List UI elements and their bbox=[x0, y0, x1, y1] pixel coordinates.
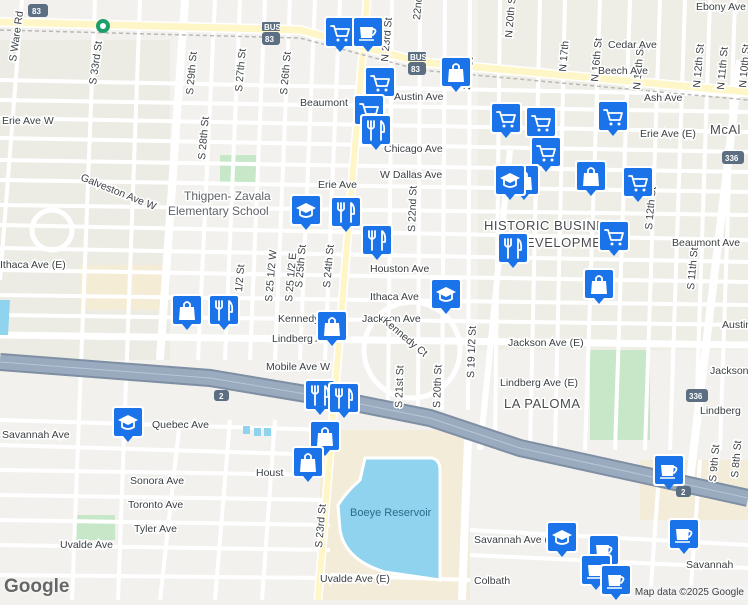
school-marker[interactable] bbox=[546, 521, 578, 557]
street-label: Uvalde Ave bbox=[60, 539, 113, 551]
school-marker[interactable] bbox=[430, 278, 462, 314]
shopping-cart-marker[interactable] bbox=[490, 102, 522, 138]
park-area bbox=[220, 155, 256, 185]
street-label: Uvalde Ave (E) bbox=[320, 573, 390, 585]
coffee-marker[interactable] bbox=[668, 518, 700, 554]
google-logo: Google bbox=[4, 576, 70, 597]
shopping-bag-marker[interactable] bbox=[583, 268, 615, 304]
shopping-bag-marker[interactable] bbox=[316, 310, 348, 346]
street-label: W Dallas Ave bbox=[380, 169, 442, 181]
restaurant-marker[interactable] bbox=[360, 114, 392, 150]
shopping-bag-marker[interactable] bbox=[440, 56, 472, 92]
street-label: Lindberg Ave (E) bbox=[500, 377, 578, 389]
reservoir-label: Boeye Reservoir bbox=[350, 507, 432, 519]
street-label: Jackson Ave (E) bbox=[508, 337, 584, 349]
street-label: Colbath bbox=[474, 575, 510, 587]
restaurant-marker[interactable] bbox=[208, 294, 240, 330]
map-view[interactable]: 83 BUS 83 BUS 83 2 2 336 336 S Ware Rd S… bbox=[0, 0, 748, 601]
street-label: Sonora Ave bbox=[130, 475, 184, 487]
school-label: Elementary School bbox=[168, 204, 269, 218]
street-label: S 21st St bbox=[393, 365, 406, 408]
street-label: Houst bbox=[256, 467, 284, 479]
shopping-cart-marker[interactable] bbox=[598, 220, 630, 256]
street-label: Ash Ave bbox=[644, 92, 682, 104]
shopping-cart-marker[interactable] bbox=[597, 100, 629, 136]
svg-text:336: 336 bbox=[725, 154, 739, 163]
street-label: Beaumont bbox=[300, 97, 348, 109]
street-label: Quebec Ave bbox=[152, 419, 209, 431]
coffee-marker[interactable] bbox=[352, 16, 384, 52]
route-shield-83-west: 83 bbox=[28, 4, 48, 17]
street-label: S 22nd St bbox=[406, 186, 420, 233]
park-south bbox=[75, 515, 115, 540]
route-shield-336-south: 336 bbox=[686, 389, 708, 402]
street-label: Houston Ave bbox=[370, 263, 430, 275]
street-label: Cedar Ave bbox=[608, 39, 657, 51]
street-label: Tyler Ave bbox=[134, 523, 177, 535]
restaurant-marker[interactable] bbox=[328, 382, 360, 418]
svg-text:83: 83 bbox=[265, 35, 274, 44]
shopping-bag-marker[interactable] bbox=[575, 160, 607, 196]
restaurant-marker[interactable] bbox=[330, 196, 362, 232]
street-label: Chicago Ave bbox=[384, 143, 443, 155]
route-badge-bus: BUS 83 bbox=[262, 22, 282, 45]
shopping-cart-marker[interactable] bbox=[324, 16, 356, 52]
restaurant-marker[interactable] bbox=[361, 224, 393, 260]
svg-text:336: 336 bbox=[689, 392, 703, 401]
coffee-marker[interactable] bbox=[600, 564, 632, 600]
street-label: Mobile Ave W bbox=[266, 361, 330, 373]
school-label: Thigpen- Zavala bbox=[184, 189, 271, 203]
street-label: Erie Ave W bbox=[2, 115, 54, 127]
shopping-bag-marker[interactable] bbox=[292, 446, 324, 482]
shopping-bag-marker[interactable] bbox=[171, 294, 203, 330]
street-label: Jackson bbox=[710, 365, 748, 377]
street-label: Savannah bbox=[686, 559, 733, 571]
route-shield-2-east: 2 bbox=[676, 486, 691, 497]
svg-text:BUS: BUS bbox=[264, 23, 282, 32]
street-label: Ithaca Ave (E) bbox=[0, 259, 66, 271]
street-label: Austin Ave (E) bbox=[722, 319, 748, 331]
svg-text:2: 2 bbox=[681, 488, 686, 497]
street-label: Erie Ave (E) bbox=[640, 128, 696, 140]
coffee-marker[interactable] bbox=[653, 454, 685, 490]
street-label: Austin Ave bbox=[394, 91, 444, 103]
street-label: S 20th St bbox=[431, 364, 445, 408]
street-label: Lindberg bbox=[700, 405, 741, 417]
park-la-paloma bbox=[590, 350, 650, 440]
route-badge-bus-east: BUS 83 bbox=[408, 52, 428, 75]
street-label: Toronto Ave bbox=[128, 499, 183, 511]
place-marker-green[interactable] bbox=[96, 19, 110, 33]
street-label: S 19 1/2 St bbox=[465, 326, 479, 378]
map-canvas[interactable]: 83 BUS 83 BUS 83 2 2 336 336 S Ware Rd S… bbox=[0, 0, 748, 601]
street-label: Beaumont Ave bbox=[672, 237, 740, 249]
street-label: Savannah Ave bbox=[2, 429, 70, 441]
svg-text:83: 83 bbox=[32, 7, 41, 16]
route-shield-336-north: 336 bbox=[722, 151, 744, 164]
route-shield-2-west: 2 bbox=[214, 390, 229, 401]
svg-text:BUS: BUS bbox=[410, 53, 428, 62]
school-marker[interactable] bbox=[290, 194, 322, 230]
map-attribution[interactable]: Map data ©2025 Google bbox=[630, 586, 748, 600]
street-label: Ebony Ave bbox=[696, 1, 746, 13]
street-label: Erie Ave bbox=[318, 179, 357, 191]
street-label: 1/2 St bbox=[233, 264, 247, 292]
city-label: McAl bbox=[710, 122, 741, 137]
street-label: Ithaca Ave bbox=[370, 291, 419, 303]
shopping-cart-marker[interactable] bbox=[622, 166, 654, 202]
svg-text:83: 83 bbox=[411, 65, 420, 74]
street-label: Savannah Ave (E) bbox=[474, 534, 558, 546]
svg-text:2: 2 bbox=[219, 392, 224, 401]
district-label: LA PALOMA bbox=[504, 396, 581, 411]
restaurant-marker[interactable] bbox=[497, 232, 529, 268]
street-label: Beech Ave bbox=[598, 65, 648, 77]
school-marker[interactable] bbox=[112, 406, 144, 442]
school-marker[interactable] bbox=[494, 164, 526, 200]
